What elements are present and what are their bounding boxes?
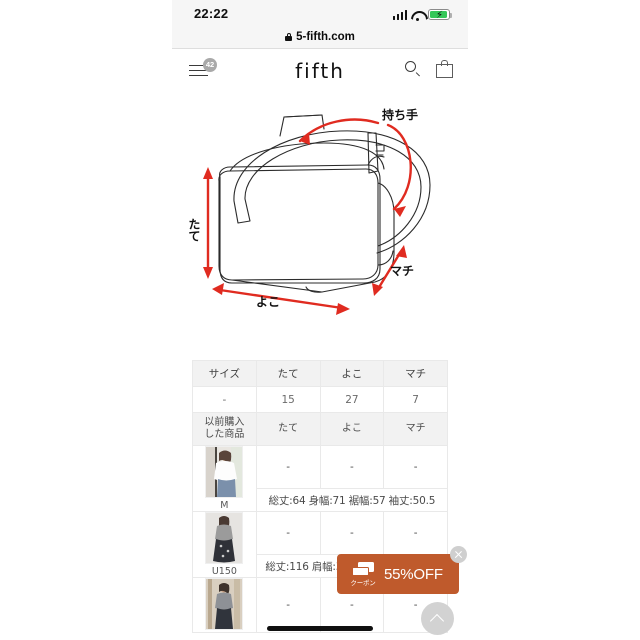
header-machi: マチ <box>383 360 448 387</box>
prev-line-1: 以前購入 <box>204 416 245 428</box>
product-thumbnail-cell[interactable] <box>192 577 257 633</box>
table-header-row: サイズ たて よこ マチ <box>192 360 448 387</box>
table-row[interactable]: U150 - - - <box>192 511 448 578</box>
product-image[interactable] <box>205 578 244 630</box>
cellular-bars-icon <box>392 10 407 20</box>
status-bar-time: 22:22 <box>194 6 229 21</box>
scroll-to-top-button[interactable] <box>421 602 454 635</box>
screenshot-root: 22:22 ⚡ 5-fifth.com 42 fifth 持ち手 たて よこ マ… <box>0 0 640 640</box>
cell-yoko-value: 27 <box>319 386 385 413</box>
table-row[interactable]: M - - - <box>192 445 448 512</box>
product-thumbnail-cell[interactable]: U150 <box>192 511 257 578</box>
wifi-icon <box>411 10 424 21</box>
svg-text:持ち手: 持ち手 <box>382 107 418 122</box>
coupon-icon-group: クーポン <box>345 561 381 587</box>
bag-size-diagram: 持ち手 たて よこ マチ 持ち手 たて よこ マチ <box>172 93 468 338</box>
cell-tate-value: 15 <box>255 386 321 413</box>
cell-dash: - <box>255 511 321 555</box>
coupon-ticket-icon <box>352 561 374 576</box>
shopping-bag-icon[interactable] <box>436 59 454 78</box>
site-header: 42 fifth <box>172 49 468 93</box>
header-previous-purchases: 以前購入 した商品 <box>192 412 257 446</box>
close-icon[interactable] <box>450 546 467 563</box>
lock-icon <box>285 33 293 41</box>
svg-text:たて: たて <box>187 218 201 242</box>
header-yoko-2: よこ <box>319 412 385 446</box>
cell-machi-value: 7 <box>383 386 448 413</box>
mobile-viewport: 22:22 ⚡ 5-fifth.com 42 fifth 持ち手 たて よこ マ… <box>172 0 468 640</box>
product-thumbnail-cell[interactable]: M <box>192 445 257 512</box>
table-subheader-row: 以前購入 した商品 たて よこ マチ <box>192 412 448 446</box>
cell-dash: - <box>255 577 321 633</box>
cell-dash: - <box>255 445 321 489</box>
coupon-banner[interactable]: クーポン 55%OFF <box>337 546 467 594</box>
cell-size-value: - <box>192 386 257 413</box>
chevron-up-icon <box>429 613 445 629</box>
coupon-label: クーポン <box>350 578 376 587</box>
header-icons <box>404 59 454 78</box>
table-row: - 15 27 7 <box>192 386 448 413</box>
header-machi-2: マチ <box>383 412 448 446</box>
product-image[interactable] <box>205 512 244 564</box>
browser-url-bar[interactable]: 5-fifth.com <box>172 26 468 49</box>
coupon-discount: 55%OFF <box>384 565 443 583</box>
product-image[interactable] <box>205 446 244 498</box>
header-size: サイズ <box>192 360 257 387</box>
cell-dash: - <box>319 511 385 555</box>
header-tate-2: たて <box>255 412 321 446</box>
product-size-label: U150 <box>211 566 237 577</box>
battery-charging-icon: ⚡ <box>428 9 452 21</box>
svg-text:マチ: マチ <box>390 264 414 278</box>
status-bar: 22:22 ⚡ <box>172 0 468 26</box>
prev-line-2: した商品 <box>204 429 245 440</box>
svg-text:よこ: よこ <box>256 295 280 309</box>
header-tate: たて <box>255 360 321 387</box>
home-indicator <box>267 626 373 631</box>
status-bar-indicators: ⚡ <box>392 7 452 21</box>
cell-dash: - <box>383 511 448 555</box>
url-text: 5-fifth.com <box>296 31 355 43</box>
search-icon[interactable] <box>404 60 422 78</box>
header-yoko: よこ <box>319 360 385 387</box>
product-size-label: M <box>220 500 229 511</box>
cell-dash: - <box>319 445 385 489</box>
product-measurements: 総丈:64 身幅:71 裾幅:57 袖丈:50.5 <box>255 488 449 512</box>
cell-dash: - <box>383 445 448 489</box>
